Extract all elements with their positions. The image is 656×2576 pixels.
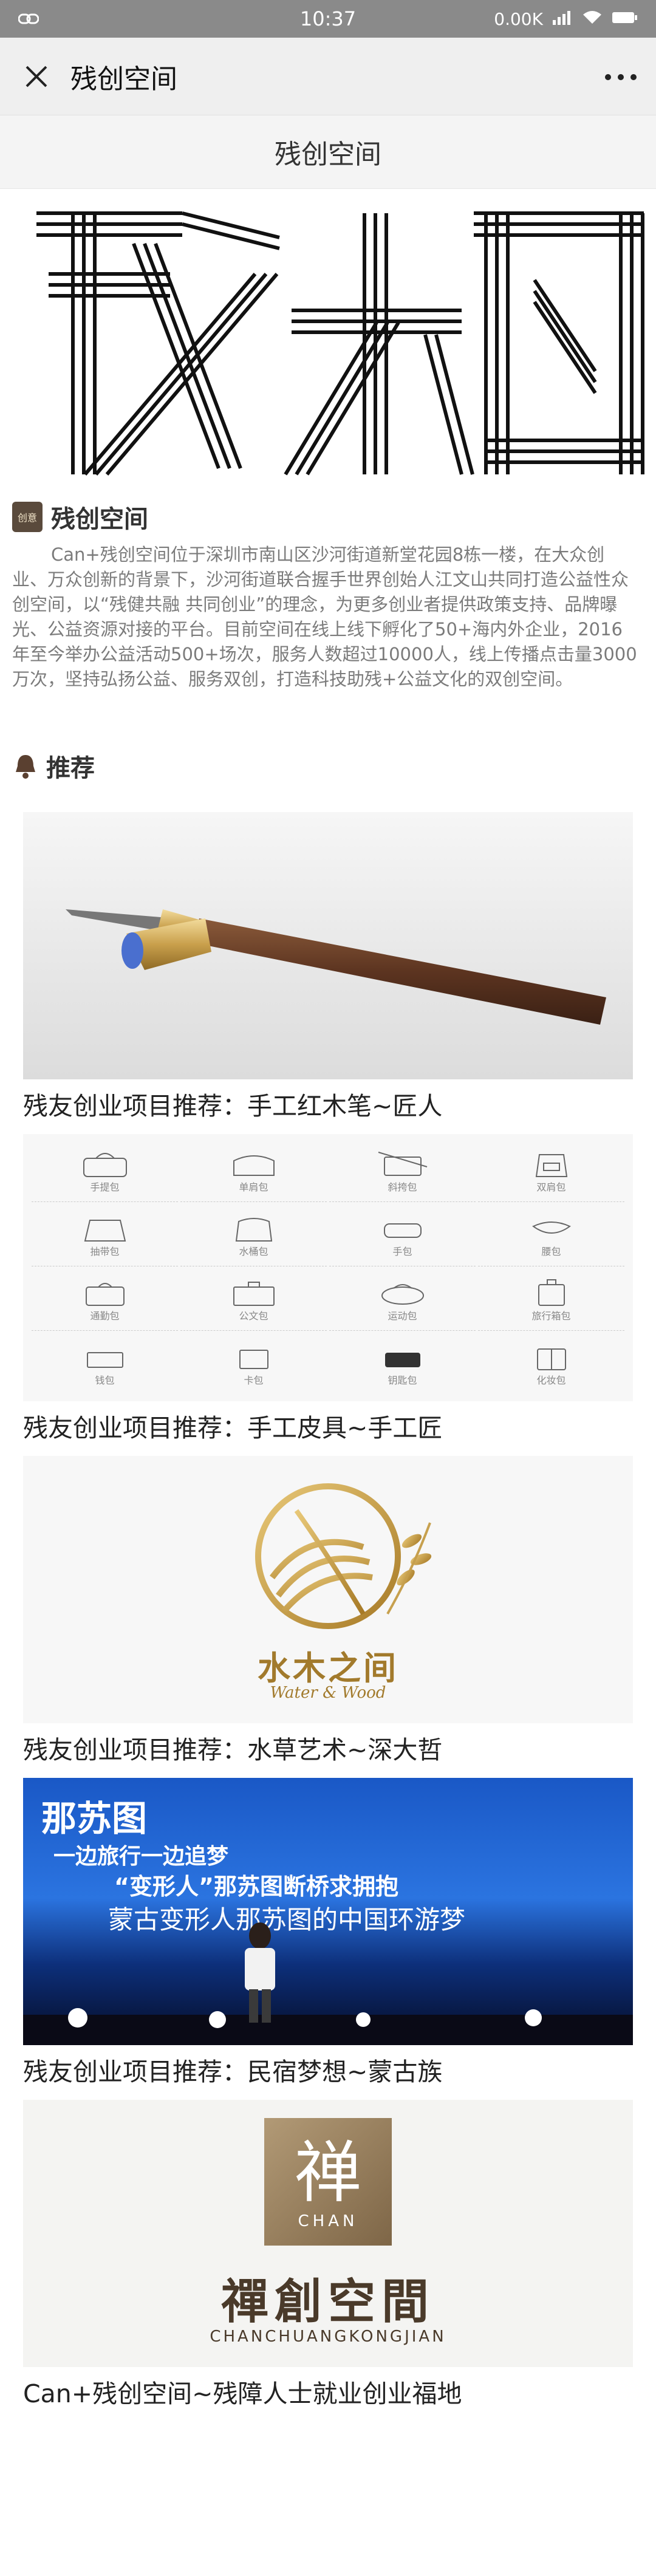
wifi-icon [582,9,603,29]
nav-title: 残创空间 [70,63,177,95]
bag-cell: 手提包 [32,1140,178,1202]
bag-cell: 旅行箱包 [478,1269,624,1331]
bag-cell: 运动包 [329,1269,476,1331]
chan-seal: 禅 CHAN [264,2118,392,2246]
card-caption: 残友创业项目推荐：手工皮具~手工匠 [23,1413,443,1443]
bag-cell: 通勤包 [32,1269,178,1331]
logo-subtitle: Water & Wood [270,1684,386,1702]
close-icon [26,66,47,87]
chan-logo-image: 禅 CHAN 禪創空間 CHANCHUANGKONGJIAN [23,2100,633,2367]
status-bar: 10:37 0.00K [0,0,656,38]
close-button[interactable] [18,58,55,95]
recommend-card-can-space[interactable]: 禅 CHAN 禪創空間 CHANCHUANGKONGJIAN Can+残创空间~… [23,2100,633,2422]
bag-cell: 腰包 [478,1204,624,1266]
intro-header: 创意 残创空间 [0,491,656,542]
bag-cell: 斜挎包 [329,1140,476,1202]
chan-brand-name: 禪創空間 [220,2274,435,2329]
recommend-card-water-wood[interactable]: 水木之间 Water & Wood 残友创业项目推荐：水草艺术~深大哲 [23,1456,633,1778]
card-caption: 残友创业项目推荐：水草艺术~深大哲 [23,1735,443,1765]
bag-types-image: 手提包 单肩包 斜挎包 双肩包 抽带包 水桶包 手包 腰包 通勤包 公文包 运动… [23,1134,633,1401]
pen-image [23,812,633,1079]
network-speed: 0.00K [494,9,543,29]
more-menu-button[interactable] [604,51,638,101]
card-caption: 残友创业项目推荐：手工红木笔~匠人 [23,1092,443,1121]
page-title: 残创空间 [0,115,656,189]
bag-cell: 水桶包 [180,1204,327,1266]
recommend-card-homestay[interactable]: 那苏图 一边旅行一边追梦 “变形人”那苏图断桥求拥抱 蒙古变形人那苏图的中国环游… [23,1778,633,2100]
bag-cell: 卡包 [180,1333,327,1395]
bag-cell: 钱包 [32,1333,178,1395]
bag-cell: 钥匙包 [329,1333,476,1395]
bag-cell: 单肩包 [180,1140,327,1202]
recommend-card-pen[interactable]: 残友创业项目推荐：手工红木笔~匠人 [23,812,633,1134]
nav-bar: 残创空间 [0,38,656,115]
brand-logo: 创意 [12,502,43,532]
water-wood-logo-image: 水木之间 Water & Wood [23,1456,633,1723]
bag-cell: 公文包 [180,1269,327,1331]
bag-cell: 抽带包 [32,1204,178,1266]
recommend-card-leather[interactable]: 手提包 单肩包 斜挎包 双肩包 抽带包 水桶包 手包 腰包 通勤包 公文包 运动… [23,1134,633,1456]
banner-graphic [0,189,656,491]
more-icon [605,74,637,80]
intro-text: Can+残创空间位于深圳市南山区沙河街道新堂花园8栋一楼，在大众创业、万众创新的… [12,544,637,689]
chan-brand-pinyin: CHANCHUANGKONGJIAN [210,2328,446,2346]
recommend-title: 推荐 [46,754,95,782]
recommend-header: 推荐 [0,748,656,784]
stage-photo: 那苏图 一边旅行一边追梦 “变形人”那苏图断桥求拥抱 蒙古变形人那苏图的中国环游… [23,1778,633,2045]
bell-icon [16,755,35,779]
bag-cell: 双肩包 [478,1140,624,1202]
status-time: 10:37 [299,7,357,30]
battery-icon [611,9,638,29]
logo-title: 水木之间 [258,1648,398,1687]
intro-title: 残创空间 [51,505,148,533]
bag-cell: 化妆包 [478,1333,624,1395]
card-caption: Can+残创空间~残障人士就业创业福地 [23,2379,462,2408]
chan-seal-character: 禅 [295,2134,361,2212]
bag-cell: 手包 [329,1204,476,1266]
signal-icon [552,9,573,29]
chan-seal-label: CHAN [298,2212,358,2230]
card-caption: 残友创业项目推荐：民宿梦想~蒙古族 [23,2057,443,2086]
link-icon [18,9,39,29]
